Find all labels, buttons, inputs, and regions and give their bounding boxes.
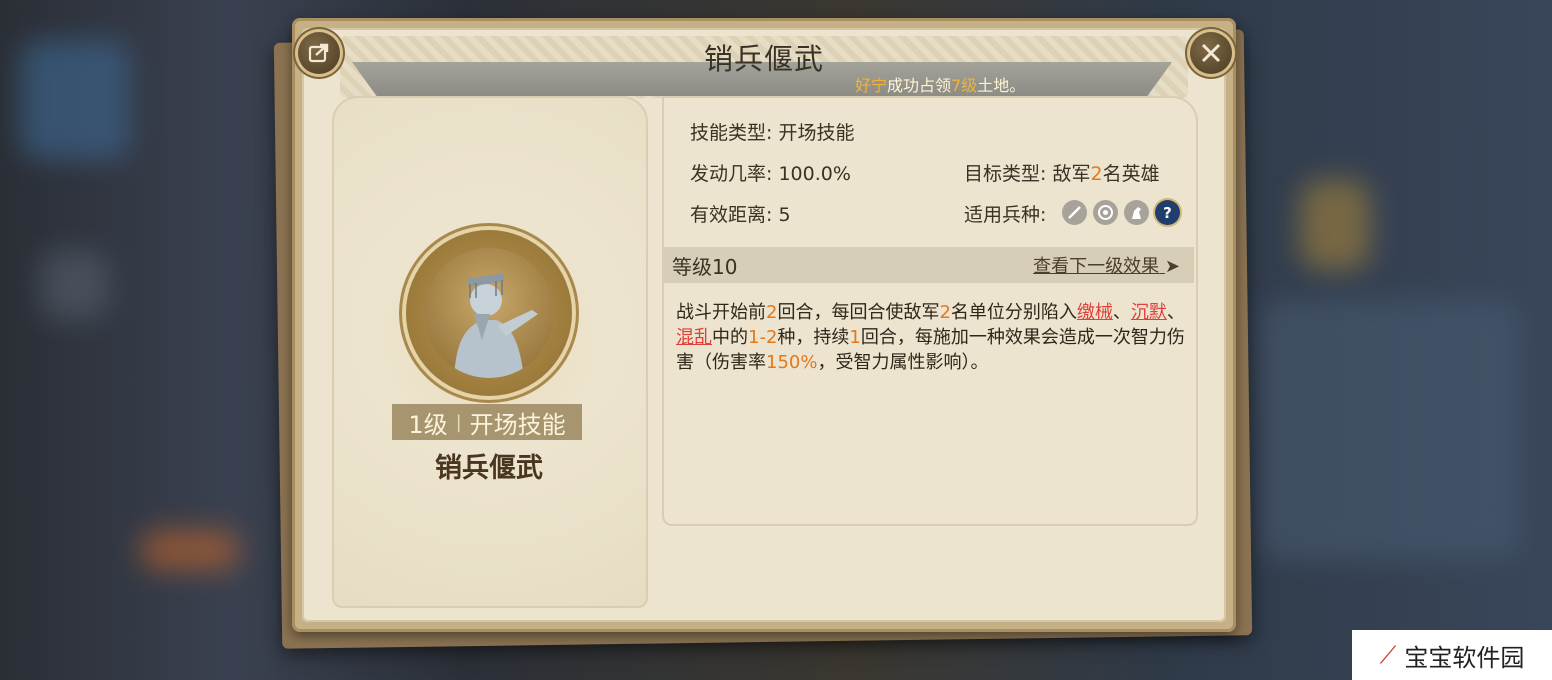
skill-portrait — [424, 248, 554, 378]
desc-number: 1-2 — [748, 327, 778, 348]
target-pre: 敌军 — [1052, 163, 1091, 185]
desc-number: 2 — [939, 302, 951, 323]
skill-level-value: 等级10 — [672, 254, 738, 279]
notice-level: 7级 — [951, 76, 978, 95]
trigger-rate-row: 发动几率: 100.0% — [690, 159, 851, 186]
range-row: 有效距离: 5 — [690, 200, 791, 227]
tag-separator: | — [455, 411, 462, 433]
share-button[interactable] — [298, 32, 340, 74]
archer-icon[interactable] — [1093, 200, 1118, 225]
background-blur — [20, 40, 130, 160]
close-icon — [1201, 43, 1221, 63]
target-count: 2 — [1090, 163, 1103, 185]
occupation-notice: 好宁成功占领7级土地。 — [855, 72, 1025, 96]
notice-text-end: 土地。 — [977, 76, 1026, 95]
desc-text: ，受智力属性影响）。 — [817, 352, 989, 373]
range-value: 5 — [778, 204, 791, 226]
skill-level: 1级 — [408, 410, 448, 439]
background-blur — [140, 530, 240, 570]
desc-text: 、 — [1112, 302, 1131, 323]
desc-text: 种，持续 — [777, 327, 850, 348]
skill-type-tag: 开场技能 — [469, 410, 566, 439]
skill-level-tag: 1级 | 开场技能 — [392, 404, 582, 440]
desc-number: 150% — [766, 352, 818, 373]
troop-icons: ? — [1062, 200, 1180, 225]
desc-number: 1 — [849, 327, 861, 348]
target-value: 敌军2名英雄 — [1052, 163, 1159, 185]
skill-name: 销兵偃武 — [435, 453, 543, 484]
target-row: 目标类型: 敌军2名英雄 — [964, 159, 1160, 186]
next-level-link[interactable]: 查看下一级效果 ➤ — [1033, 252, 1180, 278]
status-disarm-link[interactable]: 缴械 — [1077, 302, 1113, 323]
skill-type-row: 技能类型: 开场技能 — [690, 118, 854, 145]
desc-number: 2 — [766, 302, 778, 323]
skill-type-label: 技能类型: — [690, 122, 773, 144]
trigger-rate-label: 发动几率: — [690, 163, 773, 185]
dialog-title: 销兵偃武 — [703, 42, 824, 76]
notice-player: 好宁 — [855, 76, 888, 95]
desc-text: 回合，每回合使敌军 — [777, 302, 940, 323]
skill-portrait-card: 1级 | 开场技能 销兵偃武 — [332, 96, 648, 608]
skill-portrait-frame — [406, 230, 572, 396]
trigger-rate-value: 100.0% — [778, 163, 851, 185]
background-blur — [40, 250, 110, 320]
desc-text: 战斗开始前 — [676, 302, 766, 323]
background-blur — [1300, 180, 1370, 270]
desc-text: 、 — [1166, 302, 1185, 323]
desc-text: 中的 — [712, 327, 748, 348]
notice-text: 成功占领 — [887, 76, 952, 95]
unknown-icon[interactable]: ? — [1155, 200, 1180, 225]
share-icon — [308, 43, 329, 63]
level-bar: 等级10 查看下一级效果 ➤ — [664, 247, 1194, 283]
status-silence-link[interactable]: 沉默 — [1131, 302, 1167, 323]
background-blur — [1260, 300, 1520, 560]
watermark: ⟋ 宝宝软件园 — [1352, 630, 1552, 680]
target-label: 目标类型: — [964, 163, 1047, 185]
desc-text: 名单位分别陷入 — [950, 302, 1077, 323]
arrow-right-icon: ➤ — [1164, 256, 1180, 277]
skill-type-value: 开场技能 — [778, 122, 855, 144]
cavalry-icon[interactable] — [1124, 200, 1149, 225]
next-level-label: 查看下一级效果 — [1033, 256, 1160, 277]
watermark-logo-icon: ⟋ — [1379, 641, 1397, 669]
emperor-figure-icon — [454, 273, 538, 378]
watermark-text: 宝宝软件园 — [1404, 643, 1525, 672]
skill-description: 战斗开始前2回合，每回合使敌军2名单位分别陷入缴械、沉默、混乱中的1-2种，持续… — [676, 300, 1186, 375]
target-post: 名英雄 — [1102, 163, 1160, 185]
range-label: 有效距离: — [690, 204, 773, 226]
status-confusion-link[interactable]: 混乱 — [676, 327, 712, 348]
close-button[interactable] — [1190, 32, 1232, 74]
infantry-icon[interactable] — [1062, 200, 1087, 225]
skill-dialog: 销兵偃武 好宁成功占领7级土地。 1级 | 开场技能 销兵偃武 技能类型: 开场… — [292, 18, 1236, 632]
troops-label: 适用兵种: — [964, 204, 1047, 226]
troops-row: 适用兵种: — [964, 200, 1046, 227]
